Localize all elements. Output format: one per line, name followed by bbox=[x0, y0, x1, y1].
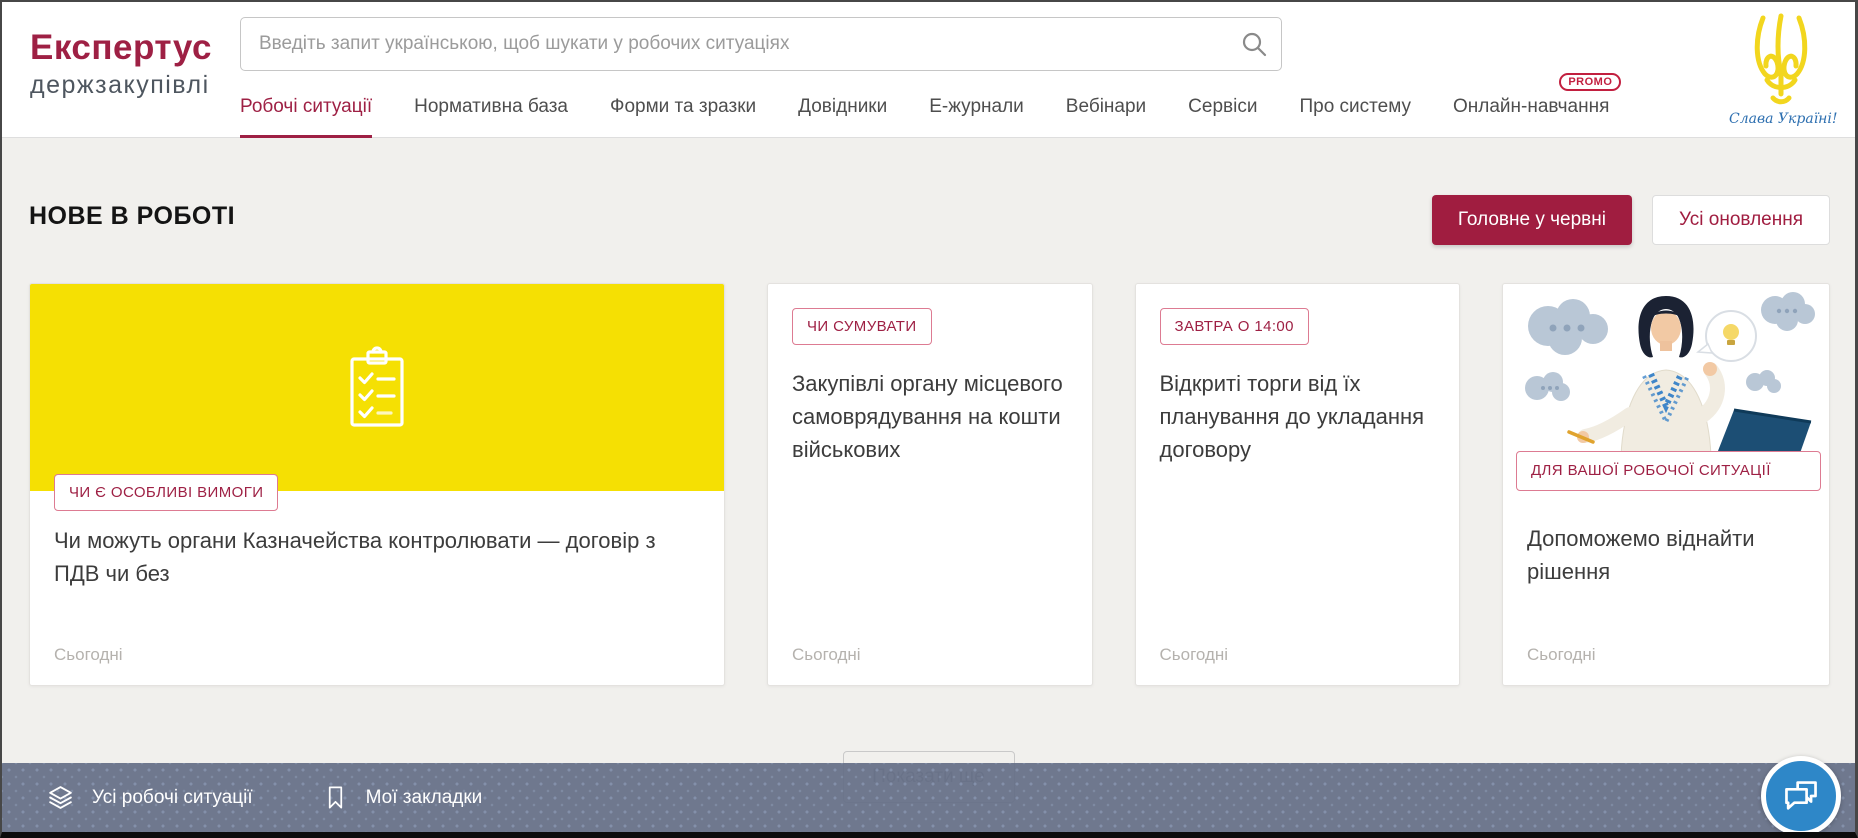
all-updates-button[interactable]: Усі оновлення bbox=[1652, 195, 1830, 245]
nav-item-formy-ta-zrazky[interactable]: Форми та зразки bbox=[610, 96, 756, 135]
page-title: НОВЕ В РОБОТІ bbox=[29, 202, 235, 231]
flag-caption: Слава Україні! bbox=[1729, 111, 1833, 127]
card-tag: ЧИ Є ОСОБЛИВІ ВИМОГИ bbox=[54, 474, 278, 511]
card-open-bidding[interactable]: ЗАВТРА О 14:00 Відкриті торги від їх пла… bbox=[1135, 283, 1461, 686]
nav-item-dovidnyky[interactable]: Довідники bbox=[798, 96, 887, 135]
main-nav: Робочі ситуації Нормативна база Форми та… bbox=[240, 96, 1609, 138]
card-find-solution[interactable]: ДЛЯ ВАШОЇ РОБОЧОЇ СИТУАЦІЇ Допоможемо ві… bbox=[1502, 283, 1830, 686]
nav-item-e-zhurnaly[interactable]: Е-журнали bbox=[929, 96, 1024, 135]
trident-emblem: Слава Україні! bbox=[1729, 10, 1833, 127]
all-work-situations-link[interactable]: Усі робочі ситуації bbox=[47, 784, 253, 811]
main-of-june-button[interactable]: Головне у червні bbox=[1432, 195, 1632, 245]
bar-item-label: Усі робочі ситуації bbox=[92, 787, 253, 809]
card-title: Чи можуть органи Казначейства контролюва… bbox=[54, 524, 684, 590]
search-input[interactable] bbox=[240, 17, 1282, 71]
card-treasury-control[interactable]: ЧИ Є ОСОБЛИВІ ВИМОГИ Чи можуть органи Ка… bbox=[29, 283, 725, 686]
assistant-illustration bbox=[1503, 284, 1829, 456]
card-title: Відкриті торги від їх планування до укла… bbox=[1160, 367, 1436, 466]
card-date: Сьогодні bbox=[1527, 645, 1596, 665]
card-tag: ДЛЯ ВАШОЇ РОБОЧОЇ СИТУАЦІЇ bbox=[1516, 451, 1821, 491]
card-date: Сьогодні bbox=[54, 645, 123, 665]
nav-item-vebinary[interactable]: Вебінари bbox=[1066, 96, 1146, 135]
layers-icon bbox=[47, 784, 74, 811]
bookmark-icon bbox=[323, 784, 348, 811]
card-tag: ЗАВТРА О 14:00 bbox=[1160, 308, 1309, 345]
card-title: Закупівлі органу місцевого самоврядуванн… bbox=[792, 367, 1068, 466]
search-icon[interactable] bbox=[1240, 30, 1268, 58]
bar-item-label: Мої закладки bbox=[366, 787, 483, 809]
checklist-clipboard-icon bbox=[345, 345, 409, 431]
nav-item-pro-systemu[interactable]: Про систему bbox=[1299, 96, 1411, 135]
my-bookmarks-link[interactable]: Мої закладки bbox=[323, 784, 483, 811]
chat-bubbles-icon bbox=[1782, 778, 1820, 814]
nav-item-label: Онлайн-навчання bbox=[1453, 96, 1609, 117]
card-yellow-banner bbox=[30, 284, 724, 491]
promo-badge: PROMO bbox=[1559, 73, 1621, 91]
header: Експертус держзакупівлі Робочі ситуації … bbox=[2, 2, 1855, 138]
app-window: Експертус держзакупівлі Робочі ситуації … bbox=[0, 0, 1858, 838]
card-local-government-procurement[interactable]: ЧИ СУМУВАТИ Закупівлі органу місцевого с… bbox=[767, 283, 1093, 686]
nav-item-online-navchannia[interactable]: PROMO Онлайн-навчання bbox=[1453, 96, 1609, 135]
card-date: Сьогодні bbox=[1160, 645, 1229, 665]
chat-button[interactable] bbox=[1761, 756, 1841, 836]
trident-icon bbox=[1739, 10, 1823, 108]
brand-subtitle: держзакупівлі bbox=[30, 71, 212, 100]
card-date: Сьогодні bbox=[792, 645, 861, 665]
bottom-bar: Усі робочі ситуації Мої закладки bbox=[2, 763, 1855, 832]
card-title: Допоможемо віднайти рішення bbox=[1527, 522, 1807, 588]
card-tag: ЧИ СУМУВАТИ bbox=[792, 308, 932, 345]
brand-logo[interactable]: Експертус держзакупівлі bbox=[30, 28, 212, 100]
nav-item-normatyvna-baza[interactable]: Нормативна база bbox=[414, 96, 568, 135]
brand-title: Експертус bbox=[30, 28, 212, 68]
section-buttons: Головне у червні Усі оновлення bbox=[1432, 195, 1830, 245]
search-bar bbox=[240, 17, 1282, 71]
news-cards: ЧИ Є ОСОБЛИВІ ВИМОГИ Чи можуть органи Ка… bbox=[29, 283, 1830, 686]
nav-item-servisy[interactable]: Сервіси bbox=[1188, 96, 1257, 135]
nav-item-robochi-sytuatsii[interactable]: Робочі ситуації bbox=[240, 96, 372, 138]
